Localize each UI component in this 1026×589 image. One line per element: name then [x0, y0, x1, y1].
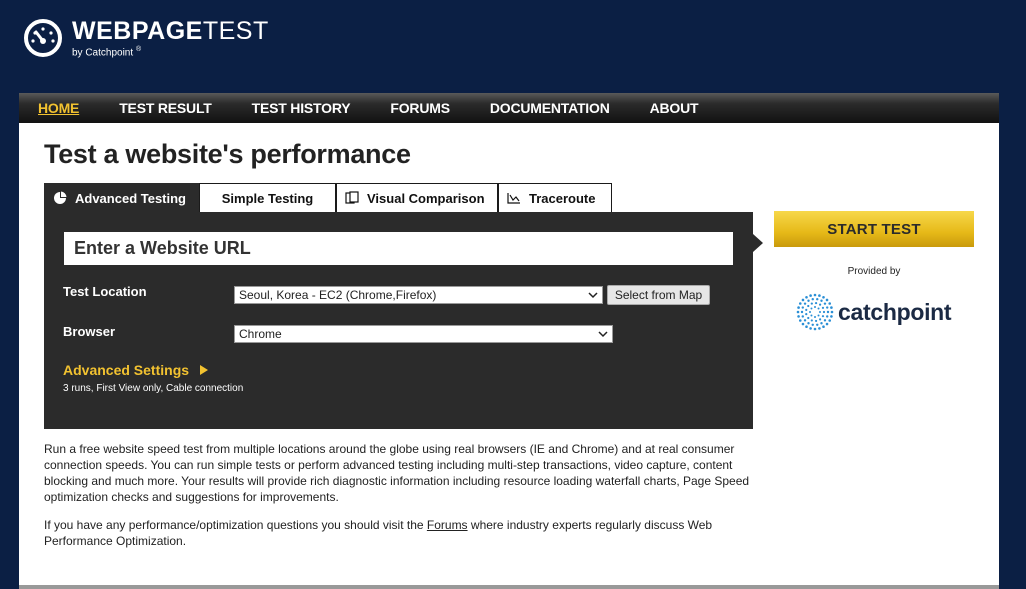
logo-by-text: by Catchpoint — [72, 47, 134, 59]
forums-text-before: If you have any performance/optimization… — [44, 518, 427, 532]
advanced-settings-label: Advanced Settings — [63, 362, 190, 378]
tab-advanced-testing[interactable]: Advanced Testing — [44, 183, 199, 212]
test-location-value: Seoul, Korea - EC2 (Chrome,Firefox) — [239, 288, 437, 302]
tab-simple-testing[interactable]: Simple Testing — [199, 183, 336, 212]
provided-by-label: Provided by — [847, 266, 901, 277]
traceroute-icon — [507, 193, 520, 204]
nav-home[interactable]: HOME — [38, 100, 79, 116]
chevron-down-icon — [588, 292, 598, 299]
test-type-tabs: Advanced Testing Simple Testing Visual C… — [44, 183, 612, 212]
advanced-settings-toggle[interactable]: Advanced Settings — [63, 362, 209, 378]
pie-chart-icon — [54, 191, 67, 204]
compare-icon — [345, 191, 359, 204]
caret-right-icon — [200, 365, 209, 375]
logo-wordmark: WEBPAGETEST — [72, 17, 269, 45]
forums-link[interactable]: Forums — [427, 518, 468, 532]
logo-bold: WEBPAGE — [72, 17, 203, 46]
browser-value: Chrome — [239, 327, 282, 341]
tab-visual-comparison[interactable]: Visual Comparison — [336, 183, 498, 212]
test-settings-panel: Test Location Seoul, Korea - EC2 (Chrome… — [44, 212, 753, 429]
catchpoint-logo[interactable]: catchpoint — [796, 293, 952, 331]
chevron-down-icon — [598, 331, 608, 338]
logo-light: TEST — [202, 17, 269, 46]
page-title: Test a website's performance — [44, 139, 411, 169]
catchpoint-wordmark: catchpoint — [838, 298, 952, 325]
panel-pointer — [753, 234, 763, 252]
url-input[interactable] — [64, 232, 733, 265]
start-test-button[interactable]: START TEST — [774, 211, 974, 247]
description-paragraph: Run a free website speed test from multi… — [44, 442, 750, 504]
nav-forums[interactable]: FORUMS — [390, 100, 450, 116]
test-location-label: Test Location — [63, 284, 147, 299]
nav-about[interactable]: ABOUT — [650, 100, 699, 116]
nav-test-result[interactable]: TEST RESULT — [119, 100, 212, 116]
nav-test-history[interactable]: TEST HISTORY — [252, 100, 351, 116]
forums-paragraph: If you have any performance/optimization… — [44, 517, 744, 549]
tab-label: Traceroute — [529, 190, 596, 206]
test-location-select[interactable]: Seoul, Korea - EC2 (Chrome,Firefox) — [234, 286, 603, 304]
select-from-map-button[interactable]: Select from Map — [607, 285, 710, 305]
webpagetest-logo[interactable]: WEBPAGETEST by Catchpoint ® — [22, 17, 269, 59]
content-footer-rule — [19, 585, 999, 589]
nav-documentation[interactable]: DOCUMENTATION — [490, 100, 610, 116]
tab-traceroute[interactable]: Traceroute — [498, 183, 612, 212]
main-content: Test a website's performance Advanced Te… — [19, 123, 999, 589]
main-nav: HOME TEST RESULT TEST HISTORY FORUMS DOC… — [19, 93, 999, 123]
logo-byline: by Catchpoint ® — [72, 46, 269, 58]
browser-label: Browser — [63, 324, 116, 339]
catchpoint-dots-icon — [796, 293, 834, 331]
advanced-settings-summary: 3 runs, First View only, Cable connectio… — [63, 383, 244, 394]
logo-text: WEBPAGETEST by Catchpoint ® — [72, 17, 269, 58]
browser-select[interactable]: Chrome — [234, 325, 613, 343]
tab-label: Advanced Testing — [75, 190, 187, 206]
tab-label: Simple Testing — [221, 190, 314, 206]
tab-label: Visual Comparison — [367, 190, 485, 206]
speedometer-icon — [24, 19, 62, 57]
registered-mark: ® — [135, 46, 142, 54]
